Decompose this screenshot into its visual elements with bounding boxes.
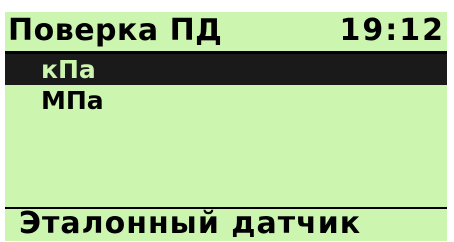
clock-time: 19:12 (339, 13, 445, 48)
footer-bar: Эталонный датчик (5, 207, 447, 241)
menu-item-label: кПа (41, 55, 96, 84)
header-bar: Поверка ПД 19:12 (5, 12, 447, 54)
screen-title: Поверка ПД (8, 13, 223, 48)
menu-item-mpa[interactable]: МПа (5, 85, 447, 116)
menu-item-label: МПа (41, 86, 104, 115)
footer-label: Эталонный датчик (19, 206, 362, 241)
menu-item-kpa[interactable]: кПа (5, 54, 447, 85)
unit-menu: кПа МПа (5, 54, 447, 116)
footer-divider (5, 207, 447, 209)
lcd-screen: Поверка ПД 19:12 кПа МПа Эталонный датчи… (5, 12, 447, 241)
